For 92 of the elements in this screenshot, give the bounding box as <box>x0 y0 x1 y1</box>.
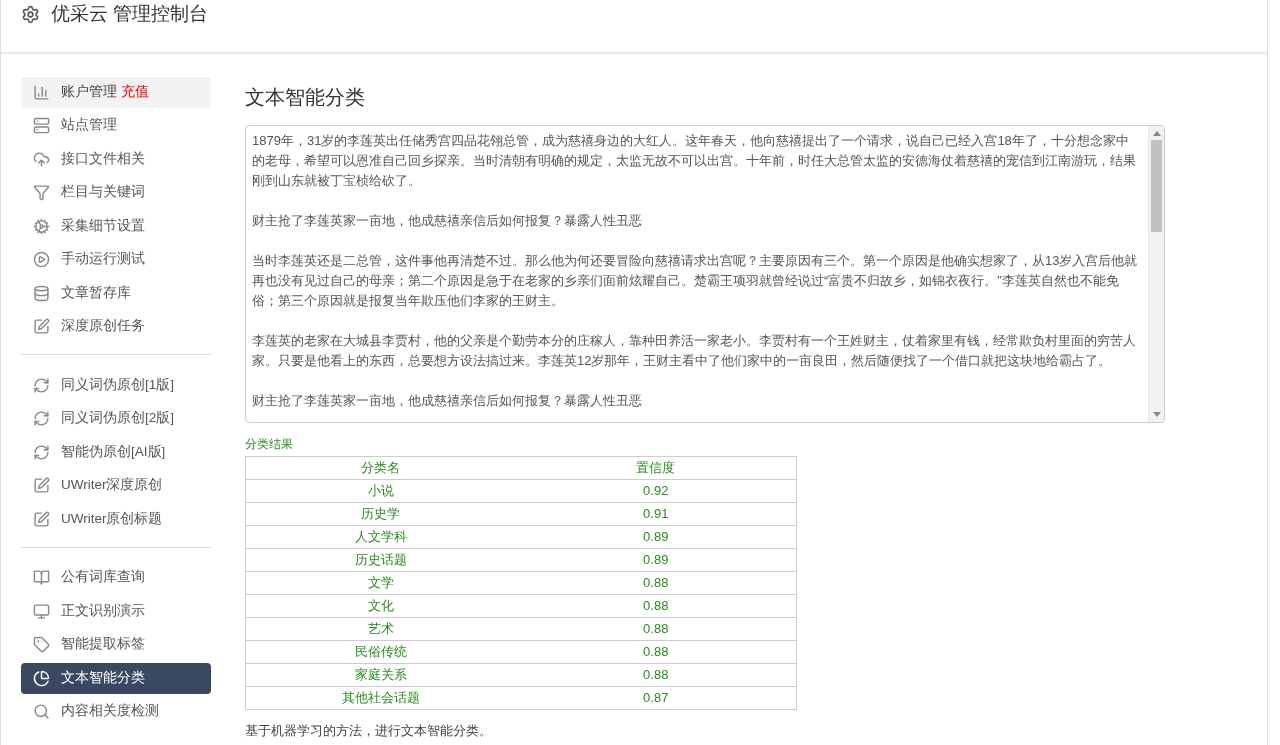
app-title: 优采云 管理控制台 <box>51 2 209 26</box>
item-label: UWriter原创标题 <box>61 509 163 528</box>
item-label: 同义词伪原创[2版] <box>61 409 174 428</box>
item-label: 手动运行测试 <box>61 250 145 269</box>
item-label: 接口文件相关 <box>61 149 145 168</box>
edit-icon <box>33 477 50 494</box>
item-label: 正文识别演示 <box>61 601 145 620</box>
item-label: 站点管理 <box>61 116 117 135</box>
sidebar-item[interactable]: 同义词伪原创[2版] <box>21 403 211 434</box>
text-paragraph: 1879年，31岁的李莲英出任储秀宫四品花翎总管，成为慈禧身边的大红人。这年春天，他向慈禧提出了一个请求，说自己已经入宫18年了，十分想念家中的老母，希望可以恩准自己回乡探亲。当时清朝有明确的规定，太监无故不可以出宫。十年前，时任大总管太监的安德海仗着慈禧的宠信到江南游玩，结果刚到山东就被丁宝桢给砍了。 <box>252 132 1137 190</box>
table-cell: 艺术 <box>245 617 516 641</box>
text-paragraph: 李莲英的老家在大城县李贾村，他的父亲是个勤劳本分的庄稼人，靠种田养活一家老小。李贾村有一个王姓财主，仗着家里有钱，经常欺负村里面的穷苦人家。只要是他看上的东西，总要想方设法搞过来。李莲英12岁那年，王财主看中了他们家中的一亩良田，然后随便找了一个借口就把这块地给霸占了。 <box>252 332 1137 370</box>
table-cell: 其他社会话题 <box>245 686 516 710</box>
table-cell: 小说 <box>245 479 516 503</box>
sidebar-item[interactable]: 账户管理 充值 <box>21 76 211 108</box>
book-icon <box>33 569 50 586</box>
column-header: 置信度 <box>515 456 797 480</box>
text-paragraph: 当时李莲英还是二总管，这件事他再清楚不过。那么他为何还要冒险向慈禧请求出宫呢？主要原因有三个。第一个原因是他确实想家了，从13岁入宫后他就再也没有见过自己的母亲；第二个原因是急于在老家的乡亲们面前炫耀自己。楚霸王项羽就曾经说过“富贵不归故乡，如锦衣夜行。”李莲英自然也不能免俗；第三个原因就是报复当年欺压他们李家的王财主。 <box>252 252 1139 310</box>
result-label: 分类结果 <box>245 436 294 453</box>
table-cell: 人文学科 <box>245 525 516 549</box>
text-paragraph: 财主抢了李莲英家一亩地，他成慈禧亲信后如何报复？暴露人性丑恶 <box>252 212 643 230</box>
sidebar-item[interactable]: 手动运行测试 <box>21 244 211 275</box>
sidebar-item[interactable]: 接口文件相关 <box>21 143 211 175</box>
sidebar-item[interactable]: 正文识别演示 <box>21 595 211 627</box>
scroll-up-icon[interactable] <box>1152 130 1161 136</box>
sidebar-item[interactable]: 智能提取标签 <box>21 629 211 660</box>
table-cell: 0.89 <box>515 548 797 572</box>
gears-icon <box>33 217 50 235</box>
table-cell: 历史话题 <box>245 548 516 572</box>
table-cell: 文化 <box>245 594 516 618</box>
item-label: 账户管理 <box>61 82 117 101</box>
pie-chart-icon <box>33 669 50 687</box>
edit-icon <box>33 510 50 528</box>
table-cell: 0.88 <box>515 640 797 664</box>
table-cell: 历史学 <box>245 502 516 526</box>
edit-icon <box>33 318 50 335</box>
item-label: 栏目与关键词 <box>61 183 145 202</box>
cloud-upload-icon <box>33 150 50 168</box>
table-cell: 0.88 <box>515 617 797 641</box>
sidebar-item[interactable]: 同义词伪原创[1版] <box>21 369 211 401</box>
table-cell: 0.88 <box>515 663 797 687</box>
item-label: 文本智能分类 <box>61 668 145 687</box>
sidebar-item[interactable]: 内容相关度检测 <box>21 696 211 727</box>
item-label: 文章暂存库 <box>61 283 131 302</box>
table-cell: 家庭关系 <box>245 663 516 687</box>
item-label: UWriter深度原创 <box>61 476 163 495</box>
refresh-icon <box>33 376 50 394</box>
item-label: 深度原创任务 <box>61 317 145 336</box>
recharge-link[interactable]: 充值 <box>121 81 149 103</box>
bar-chart-icon <box>33 83 50 101</box>
sidebar-item[interactable]: 站点管理 <box>21 110 211 141</box>
item-label: 公有词库查询 <box>61 568 145 587</box>
item-label: 采集细节设置 <box>61 216 145 235</box>
item-label: 智能伪原创[AI版] <box>61 442 166 461</box>
database-icon <box>33 284 50 302</box>
filter-icon <box>33 184 50 201</box>
tag-icon <box>33 636 50 653</box>
item-label: 内容相关度检测 <box>61 702 159 721</box>
table-cell: 0.88 <box>515 594 797 618</box>
sidebar-item[interactable]: 智能伪原创[AI版] <box>21 436 211 468</box>
table-cell: 0.92 <box>515 479 797 503</box>
sidebar-item[interactable]: 深度原创任务 <box>21 311 211 342</box>
sidebar-item[interactable]: 文本智能分类 <box>21 662 211 694</box>
scroll-thumb[interactable] <box>1151 140 1162 232</box>
settings-icon[interactable] <box>21 5 40 24</box>
sidebar-item[interactable]: 栏目与关键词 <box>21 177 211 208</box>
table-cell: 0.88 <box>515 571 797 595</box>
sidebar-item[interactable]: 公有词库查询 <box>21 562 211 593</box>
item-label: 同义词伪原创[1版] <box>61 375 174 394</box>
sidebar-item[interactable]: UWriter原创标题 <box>21 503 211 535</box>
search-icon <box>33 703 50 720</box>
table-cell: 0.89 <box>515 525 797 549</box>
table-cell: 民俗传统 <box>245 640 516 664</box>
table-cell: 0.87 <box>515 686 797 710</box>
table-cell: 0.91 <box>515 502 797 526</box>
play-icon <box>33 251 50 268</box>
refresh-icon <box>33 410 50 427</box>
monitor-icon <box>33 602 50 620</box>
refresh-icon <box>33 443 50 461</box>
item-label: 智能提取标签 <box>61 635 145 654</box>
footnote: 基于机器学习的方法，进行文本智能分类。 <box>245 722 493 740</box>
text-area[interactable] <box>245 125 1165 423</box>
sidebar-item[interactable]: 采集细节设置 <box>21 210 211 242</box>
sidebar-item[interactable]: 文章暂存库 <box>21 277 211 309</box>
scrollbar[interactable] <box>1148 126 1164 422</box>
text-paragraph: 财主抢了李莲英家一亩地，他成慈禧亲信后如何报复？暴露人性丑恶 <box>252 392 643 410</box>
column-header: 分类名 <box>245 456 516 480</box>
scroll-down-icon[interactable] <box>1152 412 1161 418</box>
page-title: 文本智能分类 <box>245 85 366 110</box>
sidebar-item[interactable]: UWriter深度原创 <box>21 470 211 501</box>
server-icon <box>33 117 50 134</box>
table-cell: 文学 <box>245 571 516 595</box>
